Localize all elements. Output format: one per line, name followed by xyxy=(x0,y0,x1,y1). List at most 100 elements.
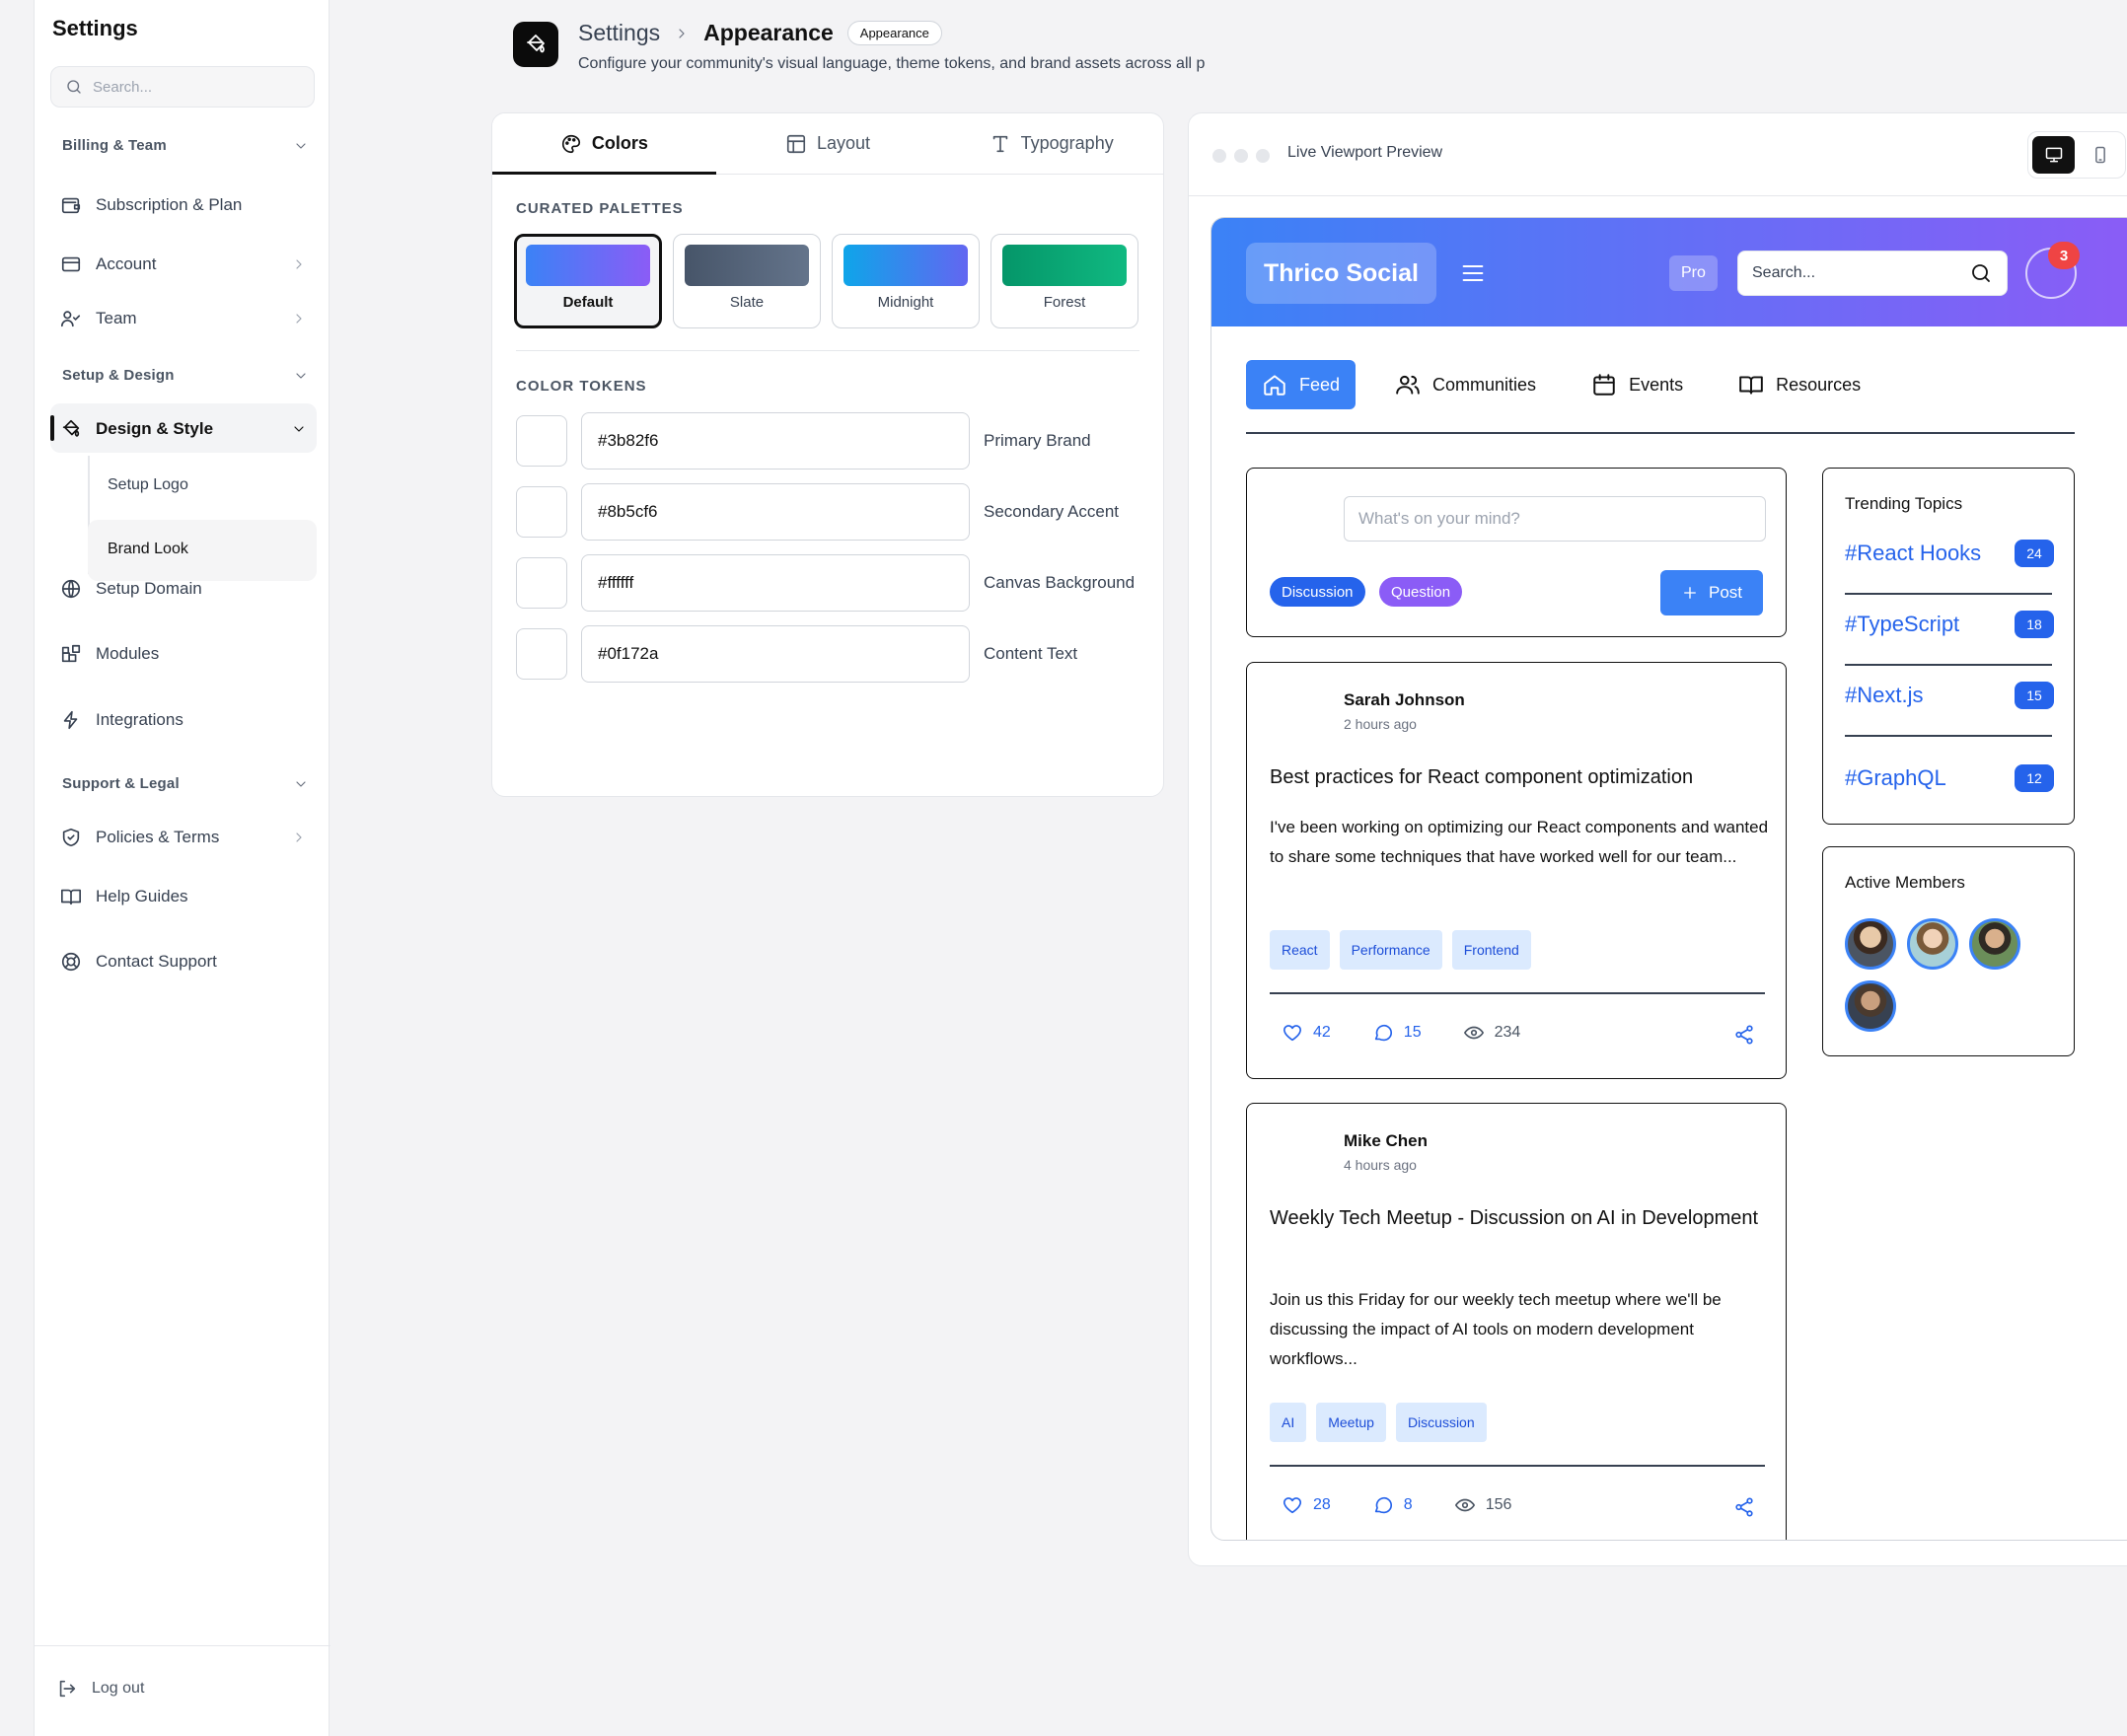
app-search-input[interactable] xyxy=(1752,264,1959,282)
token-label: Secondary Accent xyxy=(984,502,1120,521)
sidebar-subitem-brand-look[interactable]: Brand Look xyxy=(100,535,188,564)
settings-sidebar: Settings Billing & Team Subscription & P… xyxy=(34,0,330,1736)
sidebar-item-setup-domain[interactable]: Setup Domain xyxy=(60,572,309,606)
chevron-down-icon xyxy=(293,138,309,154)
like-button[interactable]: 28 xyxy=(1282,1494,1331,1516)
share-icon[interactable] xyxy=(1733,1024,1755,1046)
chip-question[interactable]: Question xyxy=(1379,577,1463,607)
color-swatch-button[interactable] xyxy=(516,628,567,680)
trending-item[interactable]: #TypeScript 18 xyxy=(1845,611,2054,638)
post-tag[interactable]: AI xyxy=(1270,1403,1307,1442)
logout-button[interactable]: Log out xyxy=(56,1678,144,1700)
trending-item[interactable]: #React Hooks 24 xyxy=(1845,540,2054,567)
sidebar-item-modules[interactable]: Modules xyxy=(60,637,309,671)
post-title[interactable]: Weekly Tech Meetup - Discussion on AI in… xyxy=(1270,1202,1773,1234)
heart-icon xyxy=(1282,1494,1303,1516)
nav-communities[interactable]: Communities xyxy=(1379,360,1552,409)
mobile-view-button[interactable] xyxy=(2079,136,2121,174)
eye-icon xyxy=(1454,1494,1476,1516)
section-support-legal[interactable]: Support & Legal xyxy=(62,775,309,792)
sidebar-item-policies[interactable]: Policies & Terms xyxy=(60,821,309,854)
comment-button[interactable]: 15 xyxy=(1372,1022,1422,1044)
post-tag[interactable]: React xyxy=(1270,930,1330,970)
like-button[interactable]: 42 xyxy=(1282,1022,1331,1044)
sidebar-item-design-style[interactable]: Design & Style xyxy=(60,412,309,446)
trending-divider xyxy=(1845,664,2052,666)
section-billing-team[interactable]: Billing & Team xyxy=(62,137,309,154)
palette-option[interactable]: Slate xyxy=(673,234,821,328)
post-tag[interactable]: Discussion xyxy=(1395,1403,1487,1442)
post-title[interactable]: Best practices for React component optim… xyxy=(1270,761,1773,793)
palette-option[interactable]: Forest xyxy=(990,234,1138,328)
nav-label: Resources xyxy=(1776,374,1862,395)
compose-input[interactable] xyxy=(1344,496,1766,542)
sidebar-item-integrations[interactable]: Integrations xyxy=(60,703,309,737)
breadcrumb-root[interactable]: Settings xyxy=(578,20,660,46)
section-setup-design[interactable]: Setup & Design xyxy=(62,367,309,384)
sidebar-item-help[interactable]: Help Guides xyxy=(60,880,309,913)
trending-count: 15 xyxy=(2015,682,2054,709)
tab-layout[interactable]: Layout xyxy=(716,113,940,174)
phone-icon xyxy=(2090,145,2110,165)
post-author[interactable]: Sarah Johnson xyxy=(1344,690,1465,710)
app-brand[interactable]: Thrico Social xyxy=(1246,243,1436,304)
trending-item[interactable]: #Next.js 15 xyxy=(1845,682,2054,709)
sidebar-search[interactable] xyxy=(50,66,315,108)
plus-icon xyxy=(1681,584,1699,602)
comment-button[interactable]: 8 xyxy=(1372,1494,1413,1516)
sidebar-item-label: Subscription & Plan xyxy=(96,195,243,214)
tab-colors[interactable]: Colors xyxy=(492,113,716,175)
post-tag[interactable]: Performance xyxy=(1339,930,1442,970)
nav-events[interactable]: Events xyxy=(1576,360,1699,409)
hamburger-menu-icon[interactable] xyxy=(1458,259,1488,287)
chevron-down-icon xyxy=(293,368,309,384)
member-avatar[interactable] xyxy=(1907,918,1958,970)
tab-typography[interactable]: Typography xyxy=(939,113,1163,174)
sidebar-title: Settings xyxy=(52,16,138,40)
color-swatch-button[interactable] xyxy=(516,557,567,609)
color-hex-input[interactable] xyxy=(581,483,970,541)
token-label: Canvas Background xyxy=(984,573,1136,592)
chevron-down-icon xyxy=(291,421,307,437)
post-tag[interactable]: Frontend xyxy=(1451,930,1531,970)
color-swatch-button[interactable] xyxy=(516,486,567,538)
desktop-view-button[interactable] xyxy=(2032,136,2075,174)
sidebar-item-contact[interactable]: Contact Support xyxy=(60,945,309,978)
sidebar-subitem-setup-logo[interactable]: Setup Logo xyxy=(100,470,188,500)
preview-viewport: Thrico Social Pro 3 Feed Communities Eve… xyxy=(1210,217,2127,1541)
share-icon[interactable] xyxy=(1733,1496,1755,1518)
section-divider xyxy=(516,350,1139,351)
card-icon xyxy=(60,253,82,275)
color-hex-input[interactable] xyxy=(581,412,970,470)
comment-icon xyxy=(1372,1022,1394,1044)
post-tag[interactable]: Meetup xyxy=(1316,1403,1386,1442)
sidebar-item-account[interactable]: Account xyxy=(60,248,309,281)
app-search[interactable] xyxy=(1737,251,2008,296)
sidebar-item-subscription[interactable]: Subscription & Plan xyxy=(60,188,309,222)
color-swatch-button[interactable] xyxy=(516,415,567,467)
section-label: Setup & Design xyxy=(62,367,175,384)
post-card: Mike Chen 4 hours ago Weekly Tech Meetup… xyxy=(1246,1103,1787,1540)
sidebar-item-team[interactable]: Team xyxy=(60,302,309,335)
sidebar-search-input[interactable] xyxy=(93,78,290,96)
post-button[interactable]: Post xyxy=(1660,570,1763,615)
logout-label: Log out xyxy=(92,1680,145,1697)
palette-option[interactable]: Default xyxy=(514,234,662,328)
nav-feed[interactable]: Feed xyxy=(1246,360,1357,409)
post-author[interactable]: Mike Chen xyxy=(1344,1131,1428,1151)
page-subtitle: Configure your community's visual langua… xyxy=(578,55,1206,72)
settings-tabs: Colors Layout Typography xyxy=(492,113,1163,175)
trending-item[interactable]: #GraphQL 12 xyxy=(1845,764,2054,792)
sidebar-item-label: Policies & Terms xyxy=(96,828,220,846)
post-divider xyxy=(1270,1465,1765,1467)
color-hex-input[interactable] xyxy=(581,554,970,612)
post-stats: 42 15 234 xyxy=(1282,1022,1562,1044)
palette-option[interactable]: Midnight xyxy=(832,234,980,328)
nav-resources[interactable]: Resources xyxy=(1723,360,1876,409)
chip-discussion[interactable]: Discussion xyxy=(1270,577,1365,607)
member-avatar[interactable] xyxy=(1969,918,2020,970)
sidebar-footer: Log out xyxy=(35,1645,330,1736)
member-avatar[interactable] xyxy=(1845,918,1896,970)
color-hex-input[interactable] xyxy=(581,625,970,683)
member-avatar[interactable] xyxy=(1845,980,1896,1032)
